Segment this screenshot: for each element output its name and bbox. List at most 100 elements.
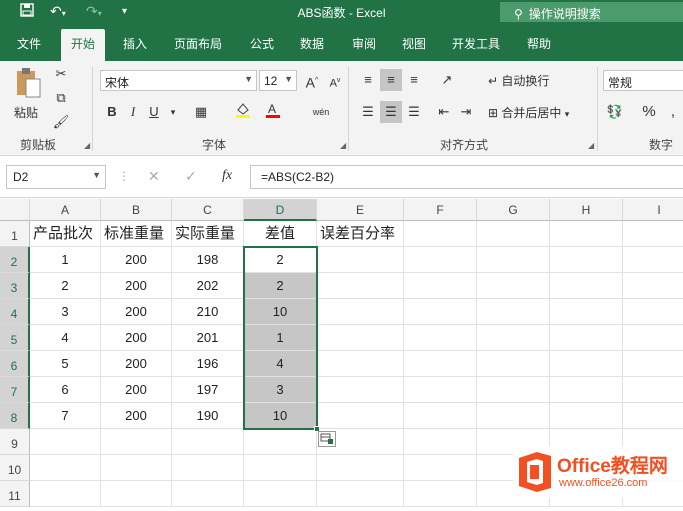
increase-font-icon[interactable]: A^ xyxy=(301,70,323,92)
table-cell[interactable]: 201 xyxy=(172,325,244,351)
empty-cell[interactable] xyxy=(244,429,317,455)
empty-cell[interactable] xyxy=(317,247,404,273)
increase-indent-icon[interactable]: ⇥ xyxy=(455,101,477,123)
tab-formulas[interactable]: 公式 xyxy=(250,35,274,52)
cell-f1[interactable] xyxy=(404,221,477,247)
empty-cell[interactable] xyxy=(317,325,404,351)
column-header-c[interactable]: C xyxy=(172,199,244,221)
empty-cell[interactable] xyxy=(404,403,477,429)
cell-i1[interactable] xyxy=(623,221,683,247)
empty-cell[interactable] xyxy=(550,377,623,403)
empty-cell[interactable] xyxy=(477,351,550,377)
empty-cell[interactable] xyxy=(317,351,404,377)
column-header-d[interactable]: D xyxy=(244,199,317,221)
tell-me-search[interactable]: ⚲ 操作说明搜索 xyxy=(500,2,683,22)
row-header-5[interactable]: 5 xyxy=(0,325,30,351)
empty-cell[interactable] xyxy=(172,429,244,455)
empty-cell[interactable] xyxy=(550,403,623,429)
empty-cell[interactable] xyxy=(623,377,683,403)
row-header-8[interactable]: 8 xyxy=(0,403,30,429)
table-cell[interactable]: 3 xyxy=(30,299,101,325)
row-header-2[interactable]: 2 xyxy=(0,247,30,273)
empty-cell[interactable] xyxy=(101,429,172,455)
save-icon[interactable] xyxy=(20,3,34,20)
empty-cell[interactable] xyxy=(623,351,683,377)
font-size-select[interactable]: 12 ▼ xyxy=(259,70,297,91)
empty-cell[interactable] xyxy=(317,299,404,325)
align-top-icon[interactable]: ≡ xyxy=(357,69,379,91)
empty-cell[interactable] xyxy=(404,377,477,403)
table-cell[interactable]: 200 xyxy=(101,247,172,273)
empty-cell[interactable] xyxy=(172,481,244,507)
cut-icon[interactable]: ✂ xyxy=(50,63,72,85)
empty-cell[interactable] xyxy=(317,273,404,299)
tab-view[interactable]: 视图 xyxy=(402,35,426,52)
column-header-a[interactable]: A xyxy=(30,199,101,221)
empty-cell[interactable] xyxy=(477,273,550,299)
merge-center-button[interactable]: ⊞ 合并后居中 ▾ xyxy=(488,104,569,121)
borders-icon[interactable]: ▦ xyxy=(190,101,212,123)
paste-button[interactable]: 粘贴 xyxy=(14,67,48,125)
align-bottom-icon[interactable]: ≡ xyxy=(403,69,425,91)
empty-cell[interactable] xyxy=(623,273,683,299)
empty-cell[interactable] xyxy=(317,455,404,481)
empty-cell[interactable] xyxy=(404,299,477,325)
tab-review[interactable]: 审阅 xyxy=(352,35,376,52)
enter-icon[interactable]: ✓ xyxy=(185,168,197,185)
empty-cell[interactable] xyxy=(623,247,683,273)
empty-cell[interactable] xyxy=(404,325,477,351)
select-all-corner[interactable] xyxy=(0,199,30,221)
font-launcher-icon[interactable]: ◢ xyxy=(340,141,346,150)
tab-help[interactable]: 帮助 xyxy=(527,35,551,52)
empty-cell[interactable] xyxy=(550,325,623,351)
percent-button[interactable]: % xyxy=(638,101,660,123)
insert-function-button[interactable]: fx xyxy=(222,168,232,184)
alignment-launcher-icon[interactable]: ◢ xyxy=(588,141,594,150)
decrease-font-icon[interactable]: Av xyxy=(324,70,346,92)
underline-dropdown-icon[interactable]: ▾ xyxy=(162,101,184,123)
table-cell[interactable]: 3 xyxy=(244,377,317,403)
table-cell[interactable]: 4 xyxy=(244,351,317,377)
cell-c1[interactable]: 实际重量 xyxy=(172,221,244,247)
column-header-b[interactable]: B xyxy=(101,199,172,221)
empty-cell[interactable] xyxy=(30,429,101,455)
cell-e1[interactable]: 误差百分率 xyxy=(317,221,404,247)
comma-button[interactable]: , xyxy=(662,101,683,123)
empty-cell[interactable] xyxy=(550,247,623,273)
clipboard-launcher-icon[interactable]: ◢ xyxy=(84,141,90,150)
empty-cell[interactable] xyxy=(623,403,683,429)
undo-icon[interactable]: ↶▾ xyxy=(50,3,66,20)
cancel-icon[interactable]: ✕ xyxy=(148,168,160,185)
cell-a1[interactable]: 产品批次 xyxy=(30,221,101,247)
table-cell[interactable]: 7 xyxy=(30,403,101,429)
row-header-10[interactable]: 10 xyxy=(0,455,30,481)
customize-quick-access-icon[interactable]: ▾ xyxy=(122,6,127,17)
empty-cell[interactable] xyxy=(477,403,550,429)
empty-cell[interactable] xyxy=(404,273,477,299)
cell-g1[interactable] xyxy=(477,221,550,247)
column-header-e[interactable]: E xyxy=(317,199,404,221)
empty-cell[interactable] xyxy=(404,455,477,481)
row-header-6[interactable]: 6 xyxy=(0,351,30,377)
table-cell[interactable]: 210 xyxy=(172,299,244,325)
empty-cell[interactable] xyxy=(404,429,477,455)
align-right-icon[interactable]: ☰ xyxy=(403,101,425,123)
table-cell[interactable]: 196 xyxy=(172,351,244,377)
align-middle-icon[interactable]: ≡ xyxy=(380,69,402,91)
table-cell[interactable]: 2 xyxy=(30,273,101,299)
table-cell[interactable]: 200 xyxy=(101,325,172,351)
empty-cell[interactable] xyxy=(244,481,317,507)
bold-button[interactable]: B xyxy=(101,101,123,123)
empty-cell[interactable] xyxy=(477,377,550,403)
empty-cell[interactable] xyxy=(550,299,623,325)
empty-cell[interactable] xyxy=(30,481,101,507)
table-cell[interactable]: 5 xyxy=(30,351,101,377)
empty-cell[interactable] xyxy=(317,481,404,507)
row-header-11[interactable]: 11 xyxy=(0,481,30,507)
empty-cell[interactable] xyxy=(623,325,683,351)
table-cell[interactable]: 6 xyxy=(30,377,101,403)
redo-icon[interactable]: ↷▾ xyxy=(86,3,102,20)
fill-color-icon[interactable] xyxy=(232,101,254,123)
empty-cell[interactable] xyxy=(101,455,172,481)
empty-cell[interactable] xyxy=(317,377,404,403)
